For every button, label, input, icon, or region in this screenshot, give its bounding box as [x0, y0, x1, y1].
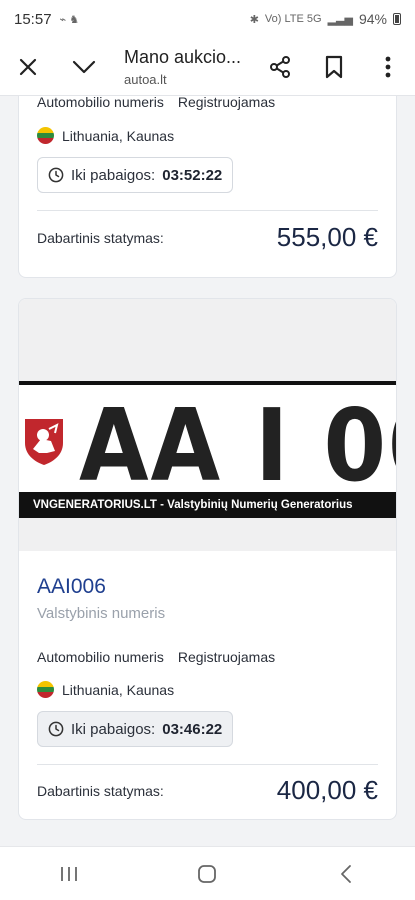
- current-bid-row: Dabartinis statymas: 400,00 €: [37, 775, 378, 806]
- more-vertical-icon: [385, 56, 391, 77]
- divider: [37, 764, 378, 765]
- location-row: Lithuania, Kaunas: [37, 681, 174, 698]
- app-bar: Mano aukcio... autoa.lt: [0, 38, 415, 96]
- bookmark-button[interactable]: [307, 38, 361, 96]
- location-label: Lithuania, Kaunas: [62, 681, 175, 698]
- category-row: Automobilio numeris Registruojamas: [37, 649, 275, 665]
- chevron-down-icon: [72, 60, 96, 73]
- more-button[interactable]: [361, 38, 415, 96]
- location-row: Lithuania, Kaunas: [37, 127, 174, 144]
- auction-list: Automobilio numeris Registruojamas Lithu…: [0, 96, 415, 846]
- divider: [37, 210, 378, 211]
- bookmark-icon: [325, 55, 343, 78]
- home-icon: [198, 864, 217, 883]
- battery-icon: [393, 13, 401, 25]
- lithuania-coat-of-arms-icon: [25, 419, 63, 465]
- close-button[interactable]: [0, 38, 56, 96]
- timer-label: Iki pabaigos:: [71, 720, 156, 738]
- back-button[interactable]: [306, 847, 386, 900]
- share-button[interactable]: [253, 38, 307, 96]
- page-title-block: Mano aukcio... autoa.lt: [112, 47, 253, 87]
- clock-icon: [48, 167, 64, 183]
- auction-card[interactable]: AA I 00 VNGENERATORIUS.LT - Valstybinių …: [18, 298, 397, 820]
- auction-card[interactable]: Automobilio numeris Registruojamas Lithu…: [18, 96, 397, 278]
- plate-watermark-strip: VNGENERATORIUS.LT - Valstybinių Numerių …: [19, 492, 396, 518]
- back-icon: [340, 864, 351, 883]
- auction-title-link[interactable]: AAI006: [37, 575, 106, 599]
- notification-icons: ⌁ ♞: [59, 13, 80, 26]
- plate-image: AA I 00 VNGENERATORIUS.LT - Valstybinių …: [19, 299, 396, 551]
- bid-label: Dabartinis statymas:: [37, 782, 164, 799]
- category-label: Automobilio numeris: [37, 96, 164, 110]
- auction-subtitle: Valstybinis numeris: [37, 605, 166, 622]
- collapse-button[interactable]: [56, 38, 112, 96]
- recents-icon: [61, 866, 78, 881]
- recents-button[interactable]: [29, 847, 109, 900]
- status-time: 15:57: [14, 10, 52, 28]
- timer-label: Iki pabaigos:: [71, 166, 156, 184]
- bluetooth-icon: ✱: [249, 13, 259, 26]
- battery-percent: 94%: [358, 11, 387, 27]
- current-bid-row: Dabartinis statymas: 555,00 €: [37, 222, 378, 253]
- clock-icon: [48, 721, 64, 737]
- category-label: Automobilio numeris: [37, 649, 164, 665]
- lithuania-flag-icon: [37, 127, 54, 144]
- countdown-timer: Iki pabaigos: 03:52:22: [37, 157, 234, 193]
- status-label: Registruojamas: [177, 96, 276, 110]
- category-row: Automobilio numeris Registruojamas: [37, 96, 275, 110]
- share-icon: [270, 55, 290, 78]
- system-nav-bar: [0, 846, 415, 900]
- status-label: Registruojamas: [177, 649, 276, 665]
- plate-number-text: AA I 00: [79, 387, 396, 504]
- signal-icon: ▂▃▅: [327, 13, 353, 26]
- bid-value: 555,00 €: [276, 222, 378, 252]
- status-bar: 15:57 ⌁ ♞ ✱ Vo) LTE 5G ▂▃▅ 94%: [0, 0, 415, 38]
- license-plate-preview: AA I 00 VNGENERATORIUS.LT - Valstybinių …: [19, 381, 396, 518]
- page-domain: autoa.lt: [124, 71, 167, 87]
- location-label: Lithuania, Kaunas: [62, 127, 175, 144]
- home-button[interactable]: [167, 847, 247, 900]
- page-title: Mano aukcio...: [124, 46, 242, 67]
- countdown-timer: Iki pabaigos: 03:46:22: [37, 711, 234, 747]
- timer-value: 03:46:22: [162, 720, 223, 738]
- network-indicators: Vo) LTE 5G: [264, 13, 322, 25]
- timer-value: 03:52:22: [162, 166, 223, 184]
- bid-label: Dabartinis statymas:: [37, 229, 164, 246]
- close-icon: [19, 58, 37, 75]
- bid-value: 400,00 €: [276, 775, 378, 805]
- lithuania-flag-icon: [37, 681, 54, 698]
